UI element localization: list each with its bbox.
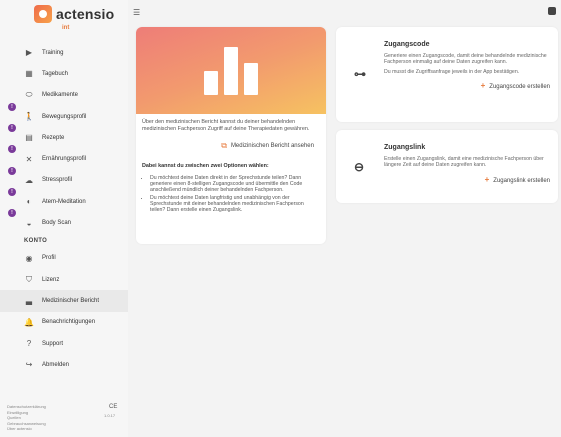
sidebar-item-label: Abmelden: [42, 361, 70, 368]
sidebar-item-ernaehrungsprofil[interactable]: ✕ ! Ernährungsprofil: [0, 145, 128, 169]
brand-logo[interactable]: actensio: [34, 5, 114, 23]
options-title: Dabei kannst du zwischen zwei Optionen w…: [142, 163, 269, 169]
alert-badge: !: [8, 209, 16, 218]
sidebar: actensio int ▶ Training ▦ Tagebuch ⬭ Med…: [0, 0, 128, 437]
section-label-konto: KONTO: [24, 237, 48, 244]
actensio-logo-icon: [34, 5, 52, 23]
alert-badge: !: [8, 166, 16, 175]
access-code-title: Zugangscode: [384, 41, 430, 48]
bar-chart-icon: ▃: [25, 296, 33, 306]
sidebar-item-atem-meditation[interactable]: ◐ ! Atem-Meditation: [0, 188, 128, 212]
sidebar-item-label: Atem-Meditation: [42, 198, 86, 205]
sidebar-item-label: Medizinischer Bericht: [42, 297, 100, 304]
sidebar-item-label: Stressprofil: [42, 177, 73, 184]
plus-icon: +: [484, 174, 490, 184]
options-list: Du möchtest deine Daten direkt in der Sp…: [142, 175, 320, 213]
pill-icon: ⬭: [25, 90, 33, 100]
logout-icon: ↪: [25, 360, 33, 370]
brand-name: actensio: [56, 6, 115, 22]
help-icon: ?: [26, 339, 32, 348]
report-intro-text: Über den medizinischen Bericht kannst du…: [142, 119, 310, 132]
alert-badge: !: [8, 102, 16, 111]
walking-icon: 🚶: [24, 112, 34, 122]
meditation-icon: ◐: [26, 197, 32, 207]
report-hero-banner: [136, 27, 326, 114]
external-link-icon: ⧉: [221, 141, 227, 150]
plus-icon: +: [480, 80, 486, 90]
sidebar-collapse-icon[interactable]: ☰: [133, 8, 140, 17]
create-access-link-label: Zugangslink erstellen: [493, 177, 550, 184]
sidebar-item-tagebuch[interactable]: ▦ Tagebuch: [0, 63, 128, 84]
footer-link-datenschutz[interactable]: Datenschutzerklärung: [7, 404, 46, 410]
view-report-label: Medizinischen Bericht ansehen: [230, 143, 314, 149]
bell-icon: 🔔: [24, 317, 34, 327]
license-shield-icon: ⛉: [26, 274, 32, 284]
body-scan-icon: ◒: [26, 218, 32, 228]
footer-links: Datenschutzerklärung Einwilligung Quelle…: [7, 404, 46, 432]
sidebar-item-abmelden[interactable]: ↪ Abmelden: [0, 354, 128, 375]
sidebar-item-rezepte[interactable]: ▤ ! Rezepte: [0, 124, 128, 148]
chat-icon[interactable]: [548, 7, 556, 15]
utensils-icon: ✕: [25, 154, 33, 164]
sidebar-item-body-scan[interactable]: ◒ ! Body Scan: [0, 209, 128, 233]
create-access-code-button[interactable]: + Zugangscode erstellen: [384, 81, 550, 90]
create-access-code-label: Zugangscode erstellen: [489, 83, 550, 90]
key-icon: ⊶: [354, 67, 366, 81]
option-item: Du möchtest deine Daten direkt in der Sp…: [150, 175, 320, 194]
sidebar-item-support[interactable]: ? Support: [0, 333, 128, 354]
access-link-title: Zugangslink: [384, 144, 426, 151]
play-icon: ▶: [25, 48, 33, 58]
sidebar-item-label: Profil: [42, 255, 56, 262]
access-link-text: Erstelle einen Zugangslink, damit eine m…: [384, 156, 544, 169]
sidebar-item-label: Training: [42, 49, 64, 56]
alert-badge: !: [8, 124, 16, 133]
sidebar-item-label: Ernährungsprofil: [42, 156, 87, 163]
sidebar-item-lizenz[interactable]: ⛉ Lizenz: [0, 269, 128, 290]
sidebar-item-profil[interactable]: ◉ Profil: [0, 248, 128, 269]
link-icon: ⊖: [354, 160, 365, 174]
sidebar-item-stressprofil[interactable]: ☁ ! Stressprofil: [0, 166, 128, 191]
alert-badge: !: [8, 188, 16, 197]
profile-icon: ◉: [25, 253, 33, 263]
sidebar-item-label: Lizenz: [42, 276, 60, 283]
sidebar-item-medizinischer-bericht[interactable]: ▃ Medizinischer Bericht: [0, 290, 128, 312]
sidebar-item-label: Body Scan: [42, 220, 72, 227]
sidebar-item-benachrichtigungen[interactable]: 🔔 Benachrichtigungen: [0, 312, 128, 333]
bar-chart-illustration-icon: [204, 47, 258, 95]
sidebar-item-label: Rezepte: [42, 134, 65, 141]
sidebar-item-label: Medikamente: [42, 92, 79, 99]
option-item: Du möchtest deine Daten langfristig und …: [150, 195, 320, 214]
sidebar-item-label: Bewegungsprofil: [42, 113, 87, 120]
alert-badge: !: [8, 145, 16, 154]
sidebar-item-label: Support: [42, 340, 64, 347]
create-access-link-button[interactable]: + Zugangslink erstellen: [384, 175, 550, 184]
sidebar-item-bewegungsprofil[interactable]: 🚶 ! Bewegungsprofil: [0, 102, 128, 127]
recipe-icon: ▤: [25, 133, 33, 143]
footer-link-ueber[interactable]: Über actensio: [7, 426, 46, 432]
sidebar-item-medikamente[interactable]: ⬭ Medikamente: [0, 85, 128, 106]
access-code-note: Du musst die Zugriffsanfrage jeweils in …: [384, 68, 520, 75]
calculator-icon: ▦: [25, 69, 33, 79]
ce-mark: CE: [109, 404, 118, 410]
view-report-link[interactable]: ⧉ Medizinischen Bericht ansehen: [142, 141, 314, 151]
medical-report-card: Über den medizinischen Bericht kannst du…: [136, 27, 326, 244]
sidebar-item-label: Tagebuch: [42, 70, 69, 77]
access-code-text: Generiere einen Zugangscode, damit deine…: [384, 53, 547, 66]
access-code-card: ⊶ Zugangscode Generiere einen Zugangscod…: [336, 27, 558, 122]
access-link-card: ⊖ Zugangslink Erstelle einen Zugangslink…: [336, 130, 558, 203]
stress-icon: ☁: [25, 175, 33, 185]
sidebar-item-training[interactable]: ▶ Training: [0, 42, 128, 63]
sidebar-nav: ▶ Training ▦ Tagebuch ⬭ Medikamente 🚶 ! …: [0, 42, 128, 375]
sidebar-item-label: Benachrichtigungen: [42, 319, 96, 326]
app-version: 1.0.17: [104, 413, 116, 418]
brand-sub: int: [62, 25, 70, 31]
